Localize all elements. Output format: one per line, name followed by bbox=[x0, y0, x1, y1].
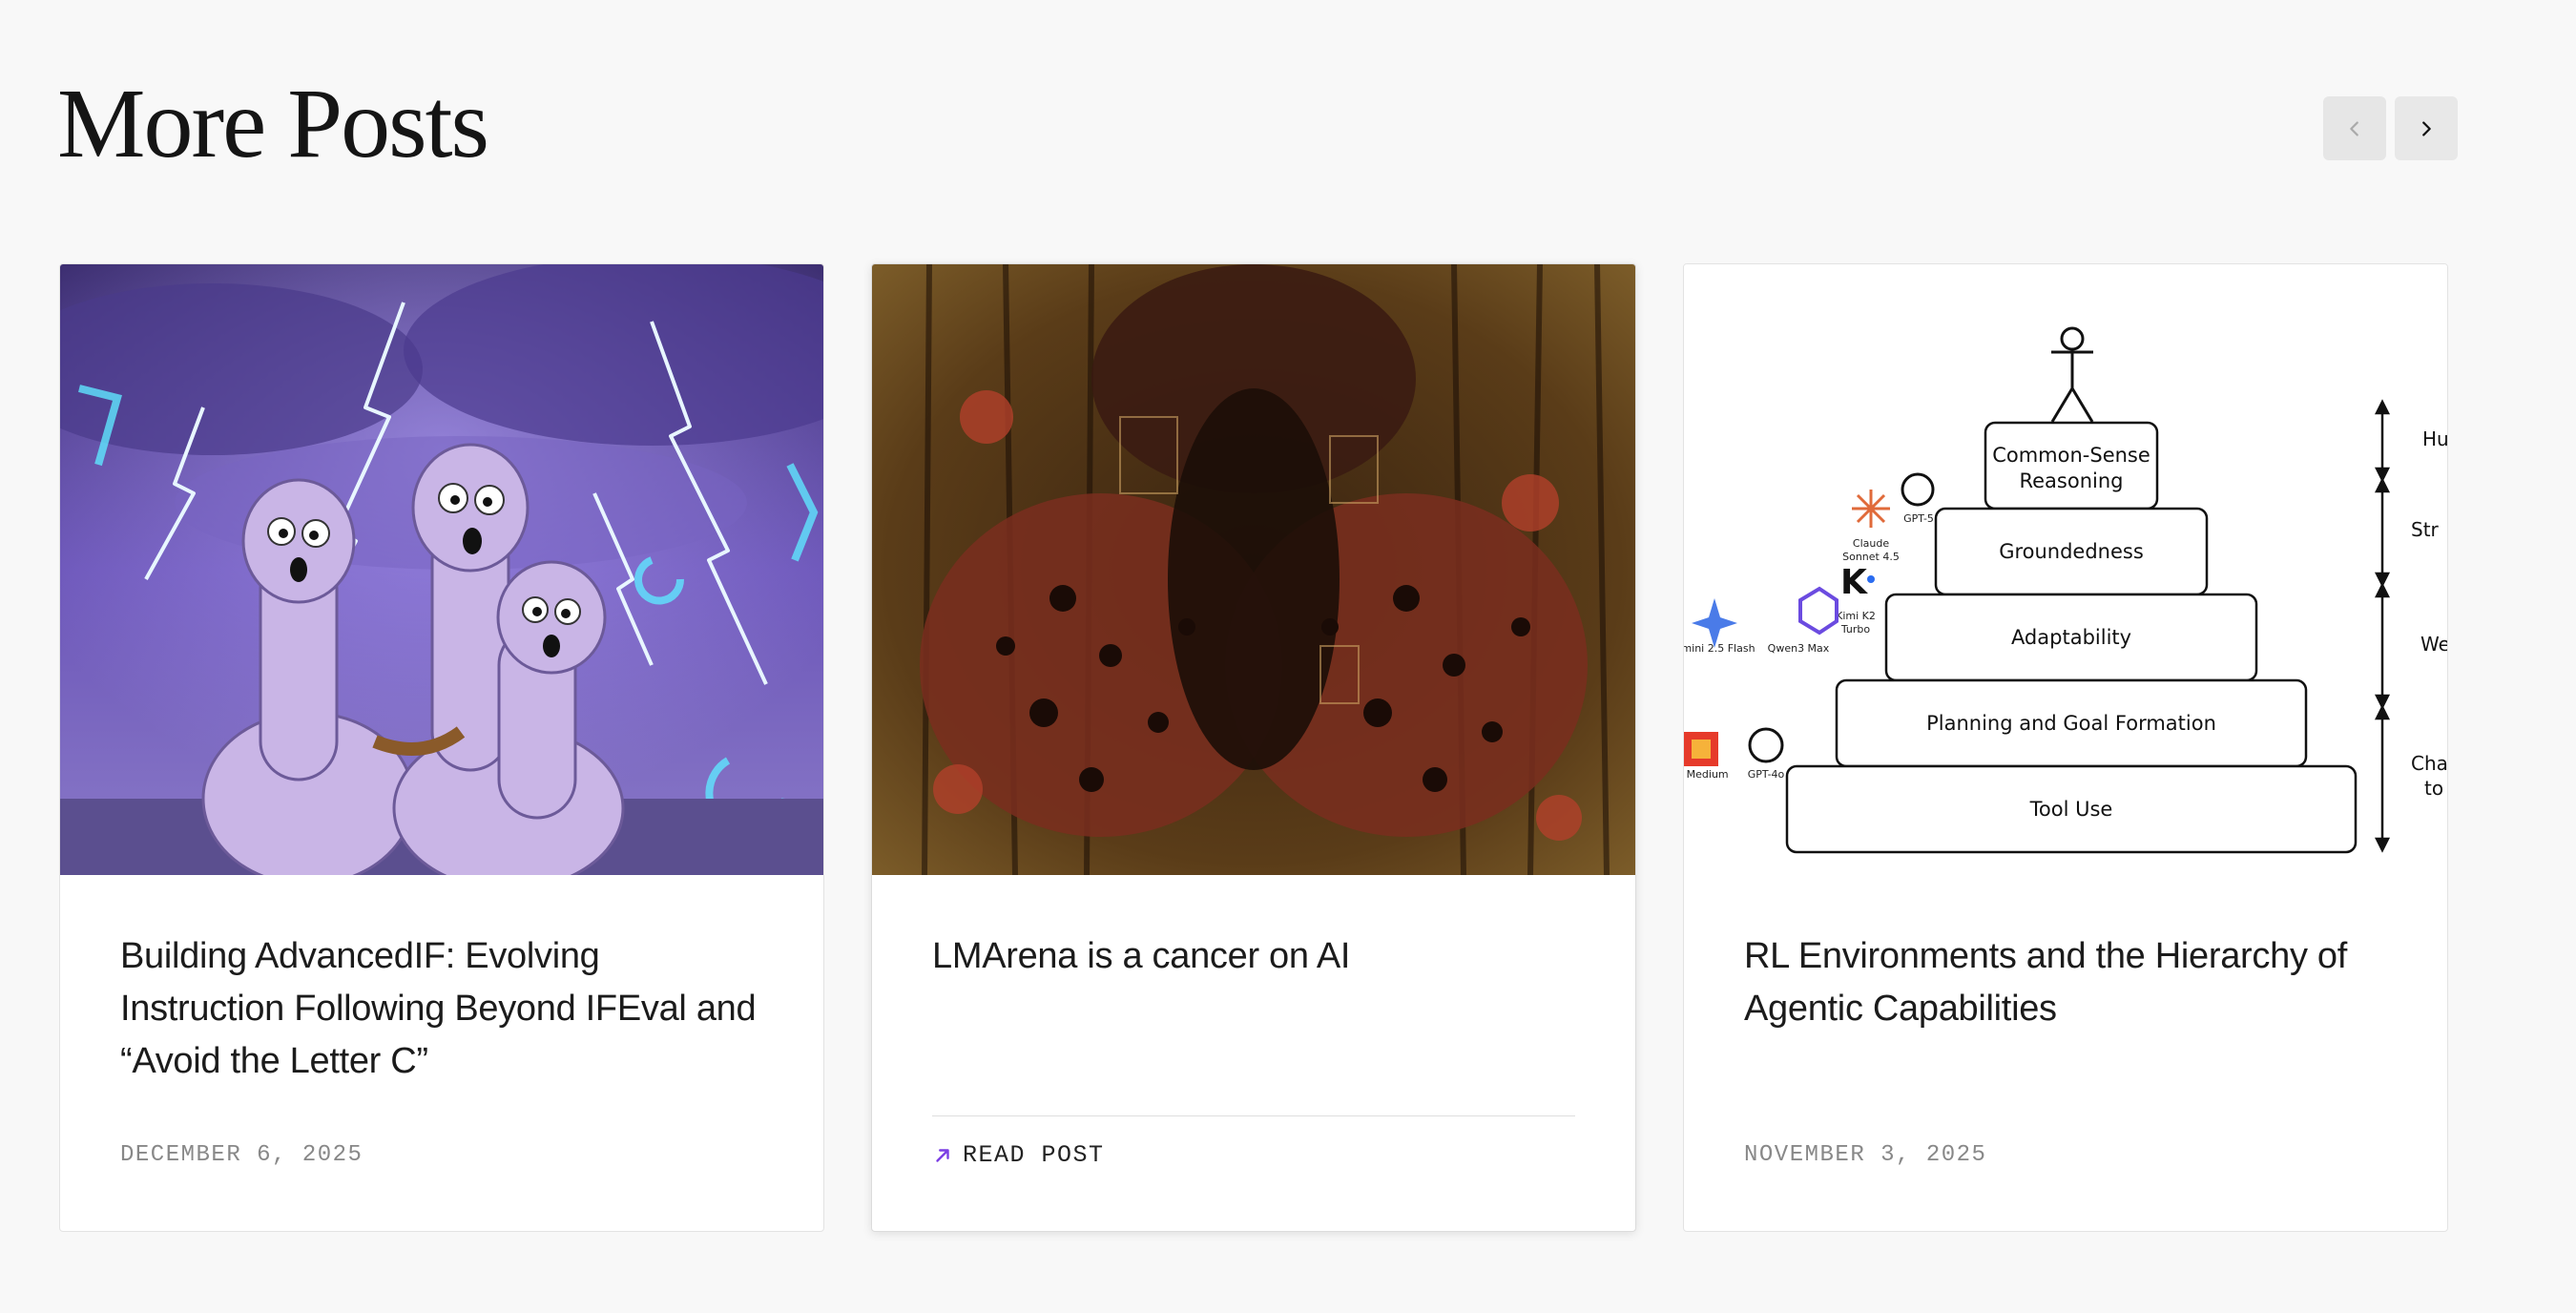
post-thumbnail-abstract bbox=[872, 264, 1635, 875]
post-thumbnail-pyramid-diagram: Common-Sense Reasoning Groundedness Adap… bbox=[1684, 264, 2447, 875]
svg-text:Common-Sense: Common-Sense bbox=[1992, 444, 2150, 467]
chevron-left-icon bbox=[2350, 120, 2358, 136]
svg-text:al Medium: al Medium bbox=[1684, 768, 1729, 781]
svg-text:Sonnet 4.5: Sonnet 4.5 bbox=[1842, 551, 1900, 563]
carousel-next-button[interactable] bbox=[2395, 96, 2458, 160]
svg-text:Kimi K2: Kimi K2 bbox=[1836, 610, 1876, 622]
svg-text:mini 2.5 Flash: mini 2.5 Flash bbox=[1684, 642, 1755, 655]
svg-text:Qwen3 Max: Qwen3 Max bbox=[1768, 642, 1830, 655]
carousel-prev-button[interactable] bbox=[2323, 96, 2386, 160]
post-title[interactable]: LMArena is a cancer on AI bbox=[932, 930, 1581, 983]
section-heading: More Posts bbox=[57, 69, 489, 178]
svg-text:Groundedness: Groundedness bbox=[1999, 540, 2144, 563]
post-date: NOVEMBER 3, 2025 bbox=[1744, 1142, 1987, 1168]
svg-text:to: to bbox=[2424, 777, 2443, 800]
svg-text:Cha: Cha bbox=[2411, 752, 2447, 775]
svg-text:We: We bbox=[2420, 633, 2447, 656]
svg-text:Claude: Claude bbox=[1853, 537, 1889, 550]
svg-text:Planning and Goal Formation: Planning and Goal Formation bbox=[1926, 712, 2216, 735]
post-title[interactable]: Building AdvancedIF: Evolving Instructio… bbox=[120, 930, 769, 1088]
svg-text:Turbo: Turbo bbox=[1840, 623, 1871, 636]
chevron-right-icon bbox=[2422, 120, 2431, 136]
post-date: DECEMBER 6, 2025 bbox=[120, 1142, 364, 1168]
read-post-link[interactable]: READ POST bbox=[932, 1141, 1105, 1169]
post-card-lmarena[interactable]: LMArena is a cancer on AI READ POST bbox=[871, 263, 1636, 1232]
post-thumbnail-llamas bbox=[60, 264, 823, 875]
svg-text:GPT-5: GPT-5 bbox=[1903, 512, 1934, 525]
post-title[interactable]: RL Environments and the Hierarchy of Age… bbox=[1744, 930, 2393, 1035]
svg-text:K: K bbox=[1840, 563, 1868, 602]
read-post-label: READ POST bbox=[963, 1141, 1105, 1169]
post-card-advancedif[interactable]: Building AdvancedIF: Evolving Instructio… bbox=[59, 263, 824, 1232]
svg-text:Tool Use: Tool Use bbox=[2029, 798, 2113, 821]
post-card-rl-environments[interactable]: Common-Sense Reasoning Groundedness Adap… bbox=[1683, 263, 2448, 1232]
svg-text:Reasoning: Reasoning bbox=[2019, 469, 2123, 492]
card-divider bbox=[932, 1115, 1575, 1116]
svg-text:Str: Str bbox=[2411, 518, 2440, 541]
arrow-up-right-icon bbox=[936, 1148, 949, 1162]
svg-text:GPT-4o: GPT-4o bbox=[1748, 768, 1785, 781]
svg-text:Adaptability: Adaptability bbox=[2011, 626, 2131, 649]
svg-text:Hu: Hu bbox=[2422, 427, 2447, 450]
